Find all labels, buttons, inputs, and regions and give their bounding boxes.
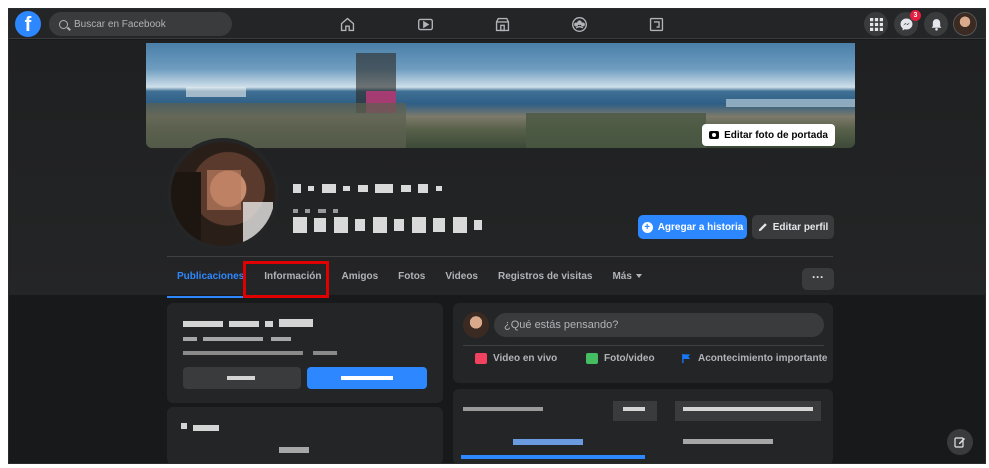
- tab-fotos[interactable]: Fotos: [388, 262, 435, 292]
- notification-badge: 3: [910, 10, 921, 21]
- photos-card-redacted: [167, 407, 443, 463]
- account-avatar[interactable]: [953, 12, 977, 36]
- post-card-redacted: [453, 389, 833, 463]
- profile-tabs: Publicaciones Información Amigos Fotos V…: [167, 262, 652, 298]
- add-to-story-label: Agregar a historia: [657, 221, 744, 233]
- search-placeholder: Buscar en Facebook: [74, 18, 166, 30]
- composer-divider: [463, 345, 824, 346]
- header-divider: [167, 256, 833, 257]
- search-input[interactable]: Buscar en Facebook: [49, 12, 232, 36]
- chevron-down-icon: [635, 274, 642, 279]
- groups-icon[interactable]: [569, 14, 589, 34]
- life-event-button[interactable]: Acontecimiento importante: [681, 353, 827, 364]
- edit-cover-label: Editar foto de portada: [724, 129, 828, 141]
- tab-amigos[interactable]: Amigos: [331, 262, 388, 292]
- redacted-primary-button[interactable]: [307, 367, 427, 389]
- whats-on-your-mind-input[interactable]: ¿Qué estás pensando?: [494, 313, 824, 337]
- facebook-logo-icon[interactable]: f: [15, 11, 41, 37]
- edit-profile-button[interactable]: Editar perfil: [752, 215, 834, 239]
- more-options-button[interactable]: ···: [802, 268, 834, 290]
- tab-mas-label: Más: [612, 271, 632, 282]
- photo-video-label: Foto/video: [604, 353, 655, 364]
- notifications-bell-icon[interactable]: [924, 12, 948, 36]
- intro-card-redacted: [167, 303, 443, 403]
- tab-mas[interactable]: Más: [602, 262, 651, 292]
- live-video-icon: [475, 353, 487, 364]
- gaming-icon[interactable]: [646, 14, 666, 34]
- plus-icon: +: [641, 221, 653, 233]
- photo-icon: [586, 353, 598, 364]
- live-video-button[interactable]: Video en vivo: [475, 353, 557, 364]
- photo-video-button[interactable]: Foto/video: [586, 353, 655, 364]
- new-message-button[interactable]: [947, 429, 973, 455]
- edit-profile-label: Editar perfil: [772, 221, 829, 233]
- redacted-secondary-button[interactable]: [183, 367, 301, 389]
- add-to-story-button[interactable]: + Agregar a historia: [638, 215, 747, 239]
- profile-picture[interactable]: [167, 138, 279, 250]
- top-navigation-bar: f Buscar en Facebook 3: [9, 9, 985, 39]
- tab-videos[interactable]: Videos: [435, 262, 488, 292]
- cover-photo[interactable]: Editar foto de portada: [146, 43, 855, 148]
- pencil-icon: [758, 223, 767, 232]
- menu-grid-icon[interactable]: [864, 12, 888, 36]
- marketplace-icon[interactable]: [492, 14, 512, 34]
- browser-viewport: f Buscar en Facebook 3 Editar foto de po…: [8, 8, 986, 464]
- user-avatar: [463, 312, 489, 338]
- compose-icon: [954, 437, 965, 448]
- edit-cover-photo-button[interactable]: Editar foto de portada: [702, 124, 835, 146]
- tab-publicaciones[interactable]: Publicaciones: [167, 262, 255, 298]
- profile-name-redacted: [293, 180, 485, 234]
- search-icon: [59, 19, 68, 29]
- profile-header: Editar foto de portada + Agregar a histo…: [9, 40, 985, 298]
- watch-icon[interactable]: [415, 14, 435, 34]
- live-video-label: Video en vivo: [493, 353, 558, 364]
- life-event-label: Acontecimiento importante: [698, 353, 828, 364]
- camera-icon: [709, 131, 720, 139]
- messenger-icon[interactable]: 3: [894, 10, 921, 36]
- post-composer: ¿Qué estás pensando? Video en vivo Foto/…: [453, 303, 833, 383]
- home-icon[interactable]: [337, 14, 357, 34]
- highlight-box: [243, 261, 329, 298]
- flag-icon: [682, 353, 691, 364]
- tab-registros-de-visitas[interactable]: Registros de visitas: [488, 262, 602, 292]
